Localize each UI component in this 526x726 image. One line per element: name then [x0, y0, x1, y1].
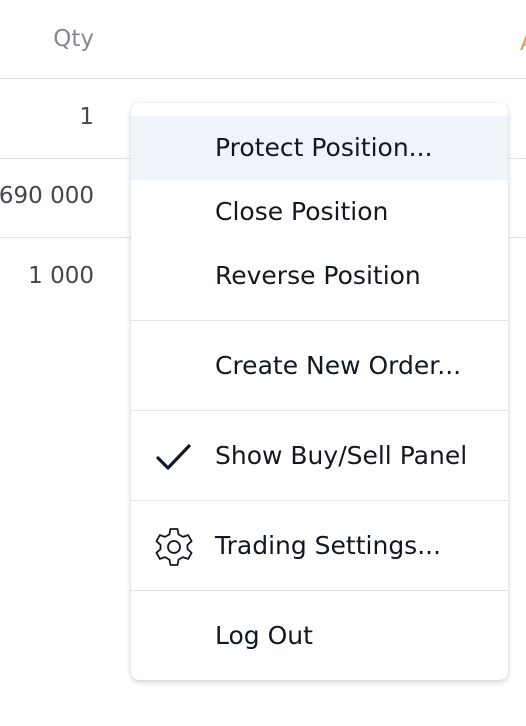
menu-divider — [131, 590, 508, 591]
qty-cell: 1 — [79, 104, 94, 130]
gear-icon — [155, 528, 193, 566]
menu-item-create-new-order[interactable]: Create New Order... — [131, 334, 508, 398]
menu-item-protect-position[interactable]: Protect Position... — [131, 116, 508, 180]
menu-item-label: Close Position — [215, 197, 389, 226]
position-context-menu: Protect Position... Close Position Rever… — [131, 103, 508, 680]
column-header-qty[interactable]: Qty — [53, 24, 94, 54]
menu-item-reverse-position[interactable]: Reverse Position — [131, 244, 508, 308]
column-header-partial[interactable]: A — [520, 28, 526, 58]
menu-item-close-position[interactable]: Close Position — [131, 180, 508, 244]
menu-item-label: Trading Settings... — [215, 531, 442, 560]
menu-divider — [131, 410, 508, 411]
menu-item-trading-settings[interactable]: Trading Settings... — [131, 514, 508, 578]
checkmark-icon — [156, 444, 191, 470]
trading-panel: Qty A 1 690 000 1 000 Protect Position..… — [0, 0, 526, 726]
table-header: Qty A — [0, 0, 526, 79]
menu-divider — [131, 320, 508, 321]
menu-item-label: Protect Position... — [215, 133, 433, 162]
menu-item-label: Show Buy/Sell Panel — [215, 441, 468, 470]
menu-item-log-out[interactable]: Log Out — [131, 604, 508, 668]
menu-item-label: Log Out — [215, 621, 313, 650]
menu-item-label: Create New Order... — [215, 351, 462, 380]
menu-divider — [131, 500, 508, 501]
qty-cell: 1 000 — [28, 263, 94, 289]
menu-item-label: Reverse Position — [215, 261, 421, 290]
menu-item-show-buy-sell-panel[interactable]: Show Buy/Sell Panel — [131, 424, 508, 488]
qty-cell: 690 000 — [0, 183, 94, 209]
